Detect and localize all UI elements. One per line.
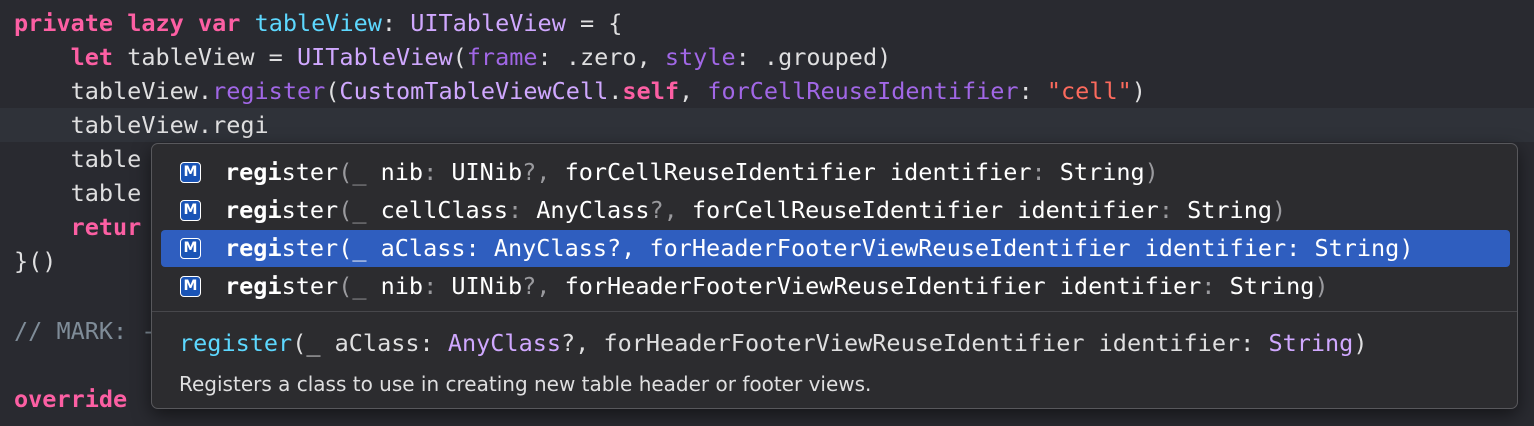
completion-item-text: register(_ nib: UINib?, forHeaderFooterV…: [225, 272, 1329, 300]
completion-detail-description: Registers a class to use in creating new…: [179, 372, 872, 396]
code-text: ): [1131, 77, 1146, 105]
keyword-self: self: [622, 77, 679, 105]
code-text: = {: [565, 9, 623, 37]
code-text: (: [325, 77, 340, 105]
code-text: : .grouped): [735, 43, 892, 71]
divider: [152, 311, 1517, 312]
method-icon: M: [180, 200, 201, 221]
completion-item[interactable]: M register(_ nib: UINib?, forHeaderFoote…: [161, 268, 1510, 305]
type-name: UITableView: [410, 9, 566, 37]
colon: :: [381, 9, 397, 37]
code-text: .: [608, 77, 623, 105]
code-text: table: [14, 179, 142, 207]
keyword-var: var: [197, 9, 241, 37]
completion-popup[interactable]: M register(_ nib: UINib?, forCellReuseId…: [151, 143, 1518, 409]
keyword-return: retur: [70, 213, 142, 241]
code-text: tableView =: [113, 43, 297, 71]
variable-name: tableView: [254, 9, 382, 37]
code-text: :: [1018, 77, 1047, 105]
argument-label: style: [664, 43, 736, 71]
completion-item-text: register(_ nib: UINib?, forCellReuseIden…: [225, 158, 1159, 186]
keyword-let: let: [70, 43, 114, 71]
completion-item[interactable]: M register(_ cellClass: AnyClass?, forCe…: [161, 192, 1510, 229]
completion-detail-signature: register(_ aClass: AnyClass?, forHeaderF…: [179, 329, 1368, 357]
completion-item-selected[interactable]: M register(_ aClass: AnyClass?, forHeade…: [161, 230, 1510, 267]
method-icon: M: [180, 276, 201, 297]
code-line-3: tableView.register(CustomTableViewCell.s…: [0, 74, 1534, 108]
keyword-override: override: [14, 385, 128, 413]
code-text: (: [452, 43, 467, 71]
completion-item-text: register(_ cellClass: AnyClass?, forCell…: [225, 196, 1287, 224]
keyword-lazy: lazy: [127, 9, 184, 37]
code-text: tableView.: [70, 77, 213, 105]
string-literal: "cell": [1046, 77, 1132, 105]
code-text: table: [14, 145, 142, 173]
completion-item-text: register(_ aClass: AnyClass?, forHeaderF…: [225, 234, 1414, 262]
type-name: CustomTableViewCell: [339, 77, 609, 105]
code-text: : .zero,: [537, 43, 665, 71]
code-text: ,: [679, 77, 708, 105]
completion-item[interactable]: M register(_ nib: UINib?, forCellReuseId…: [161, 154, 1510, 191]
keyword-private: private: [14, 9, 114, 37]
argument-label: frame: [466, 43, 538, 71]
method-icon: M: [180, 162, 201, 183]
argument-label: forCellReuseIdentifier: [707, 77, 1019, 105]
method-icon: M: [180, 238, 201, 259]
code-line-2: let tableView = UITableView(frame: .zero…: [0, 40, 1534, 74]
code-line-1: private lazy var tableView: UITableView …: [0, 6, 1534, 40]
type-name: UITableView: [296, 43, 453, 71]
comment: // MARK: -: [14, 317, 156, 345]
code-text: tableView.regi: [14, 111, 269, 139]
code-line-4-current[interactable]: tableView.regi: [0, 108, 1534, 142]
method-name: register: [212, 77, 326, 105]
code-text: }(): [14, 247, 57, 275]
